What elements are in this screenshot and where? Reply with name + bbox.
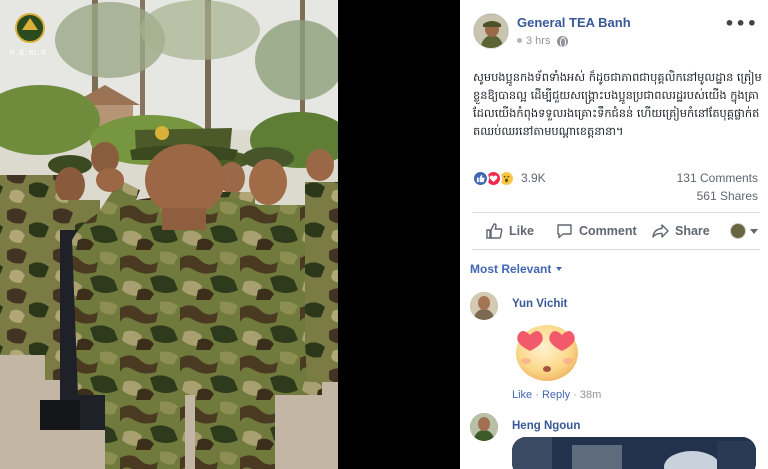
comments-filter-label: Most Relevant xyxy=(470,262,552,276)
post-header: General TEA Banh 3 hrs ••• xyxy=(460,0,768,60)
author-avatar[interactable] xyxy=(473,13,509,49)
action-bar: Like Comment Share xyxy=(460,214,768,250)
divider xyxy=(472,212,760,213)
page-avatar xyxy=(730,223,746,239)
post-photo[interactable]: ក.ជ.ស.ភ. xyxy=(0,0,338,469)
author-name[interactable]: General TEA Banh xyxy=(517,15,631,30)
like-label: Like xyxy=(509,224,535,238)
post-text: សូមបងប្អូនកងទ័ពទាំងអស់ ក៏ដូចជាភាពជាបុគ្គ… xyxy=(473,70,762,138)
thumbs-up-icon xyxy=(486,223,503,239)
reaction-count: 3.9K xyxy=(521,171,546,185)
shares-count[interactable]: 561 Shares xyxy=(697,189,758,203)
comment-image[interactable] xyxy=(512,437,756,469)
share-label: Share xyxy=(675,224,710,238)
comment-label: Comment xyxy=(579,224,637,238)
share-button[interactable]: Share xyxy=(652,223,710,239)
comment-icon xyxy=(557,224,572,239)
post-meta: 3 hrs xyxy=(517,35,568,48)
like-button[interactable]: Like xyxy=(486,223,534,239)
comment-like-link[interactable]: Like xyxy=(512,389,532,401)
comment-actions: Like · Reply · 38m xyxy=(512,389,601,401)
page-selector-button[interactable] xyxy=(730,223,758,239)
comment-button[interactable]: Comment xyxy=(556,223,637,239)
comments-count[interactable]: 131 Comments xyxy=(677,171,758,185)
comment-reply-link[interactable]: Reply xyxy=(542,389,570,401)
comments-filter-dropdown[interactable]: Most Relevant xyxy=(470,262,563,276)
watermark-text: ក.ជ.ស.ភ. xyxy=(9,48,51,57)
ellipsis-icon[interactable]: ••• xyxy=(724,14,758,33)
like-reaction-icon xyxy=(472,169,489,187)
divider xyxy=(472,249,760,250)
commenter-name[interactable]: Yun Vichit xyxy=(512,298,567,310)
separator: · xyxy=(573,389,580,401)
facebook-post-panel: General TEA Banh 3 hrs ••• សូមបងប្អូនកងទ… xyxy=(460,0,768,469)
commenter-avatar[interactable] xyxy=(470,292,498,320)
share-icon xyxy=(652,224,669,238)
separator: · xyxy=(535,389,542,401)
commenter-name[interactable]: Heng Ngoun xyxy=(512,420,580,432)
heart-eyes-sticker xyxy=(500,315,590,387)
caret-down-icon xyxy=(556,267,563,271)
globe-icon xyxy=(556,35,568,48)
post-time[interactable]: 3 hrs xyxy=(526,35,550,47)
reactions-summary[interactable]: 3.9K xyxy=(472,168,546,188)
commenter-avatar[interactable] xyxy=(470,413,498,441)
dot-icon xyxy=(517,37,522,43)
chevron-down-icon xyxy=(750,228,758,234)
comment-time[interactable]: 38m xyxy=(580,389,601,401)
